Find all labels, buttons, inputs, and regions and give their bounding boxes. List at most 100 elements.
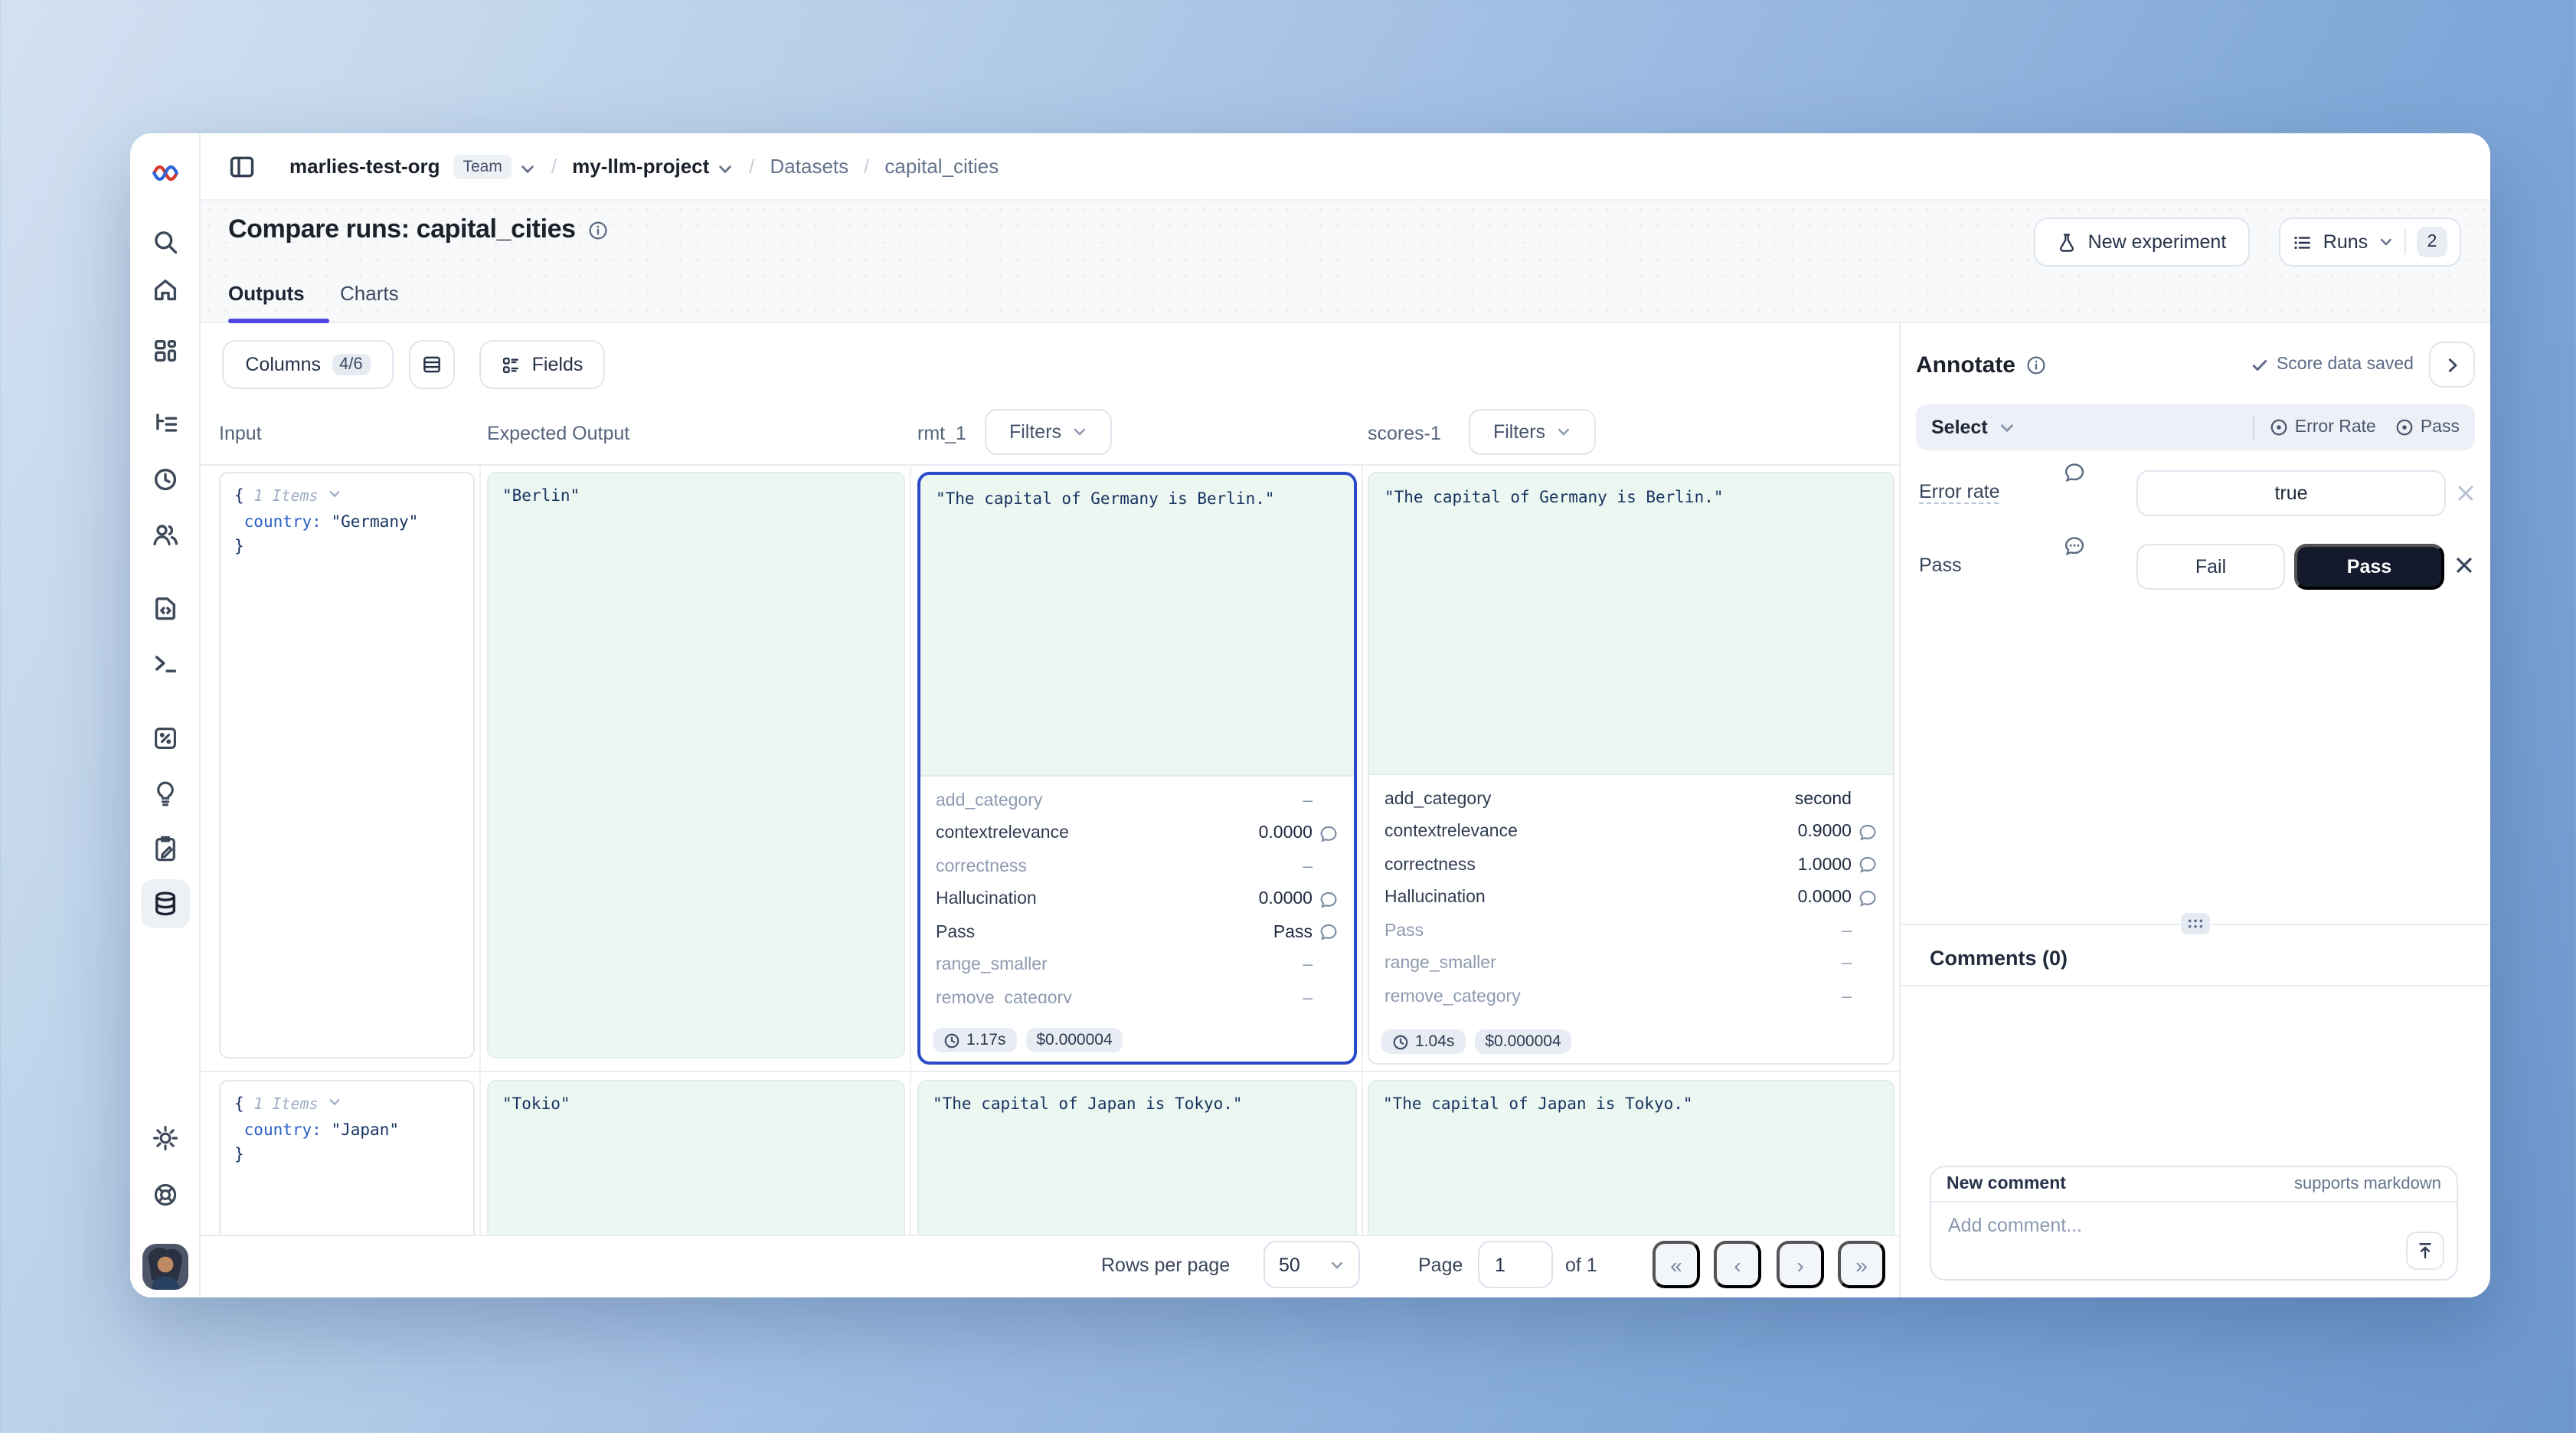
clock-icon [1392, 1033, 1409, 1050]
tab-charts[interactable]: Charts [340, 282, 399, 305]
score-comment-bubble-icon[interactable] [1858, 856, 1878, 875]
score-value: – [1842, 988, 1852, 1006]
annotate-info-icon[interactable] [2026, 355, 2046, 375]
submit-comment-button[interactable] [2406, 1232, 2444, 1270]
last-page-button[interactable]: » [1838, 1241, 1885, 1288]
comment-textarea[interactable] [1937, 1209, 2381, 1273]
search-icon[interactable] [151, 228, 178, 256]
sidebar-toggle-icon[interactable] [228, 152, 256, 180]
comments-divider [1901, 985, 2490, 986]
flask-icon [2058, 232, 2077, 252]
fields-label: Fields [532, 354, 584, 375]
spec-chip-pass[interactable]: Pass [2396, 418, 2460, 437]
settings-gear-icon[interactable] [151, 1124, 178, 1152]
score-comment-bubble-icon[interactable] [1319, 890, 1339, 910]
users-icon[interactable] [151, 521, 178, 548]
json-brace: { [234, 487, 244, 505]
pass-option-pass-button[interactable]: Pass [2294, 544, 2444, 590]
breadcrumb-project[interactable]: my-llm-project [572, 155, 709, 178]
clear-pass-icon[interactable] [2453, 555, 2475, 576]
run2-filters-button[interactable]: Filters [1469, 409, 1596, 455]
title-info-icon[interactable] [588, 220, 608, 240]
spec-chip-error-rate[interactable]: Error Rate [2270, 418, 2376, 437]
score-comment-bubble-icon[interactable] [1319, 923, 1339, 943]
run2-output-cell-row1[interactable]: "The capital of Germany is Berlin." add_… [1368, 472, 1894, 1065]
evals-percent-icon[interactable] [151, 725, 178, 752]
pass-option-fail-button[interactable]: Fail [2136, 544, 2285, 590]
json-key: country: [244, 513, 322, 532]
input-cell-row1[interactable]: { 1 Items country: "Germany" } [219, 472, 475, 1058]
columns-button[interactable]: Columns 4/6 [222, 340, 394, 389]
clear-error-rate-icon[interactable] [2455, 483, 2476, 504]
score-name: Pass [936, 924, 1267, 942]
pass-comment-bubble-icon[interactable] [2063, 535, 2086, 558]
panel-resize-handle[interactable] [2181, 913, 2210, 934]
org-chevron-down-icon[interactable] [519, 158, 536, 175]
run1-output-text: "The capital of Germany is Berlin." [920, 475, 1354, 777]
run1-filters-button[interactable]: Filters [985, 409, 1112, 455]
json-items-count[interactable]: 1 Items [253, 1097, 318, 1114]
prev-page-button[interactable]: ‹ [1714, 1241, 1761, 1288]
file-code-icon[interactable] [151, 594, 178, 622]
expected-output-cell-row2[interactable]: "Tokio" [487, 1080, 905, 1235]
score-row: range_smaller – [1384, 947, 1878, 980]
score-comment-bubble-icon[interactable] [1858, 823, 1878, 842]
project-chevron-down-icon[interactable] [717, 158, 734, 175]
score-row: correctness 1.0000 [1384, 849, 1878, 882]
runs-selector-button[interactable]: Runs 2 [2279, 218, 2461, 267]
page-number-field[interactable] [1479, 1254, 1551, 1275]
run1-output-cell-row1[interactable]: "The capital of Germany is Berlin." add_… [917, 472, 1357, 1065]
next-page-button[interactable]: › [1777, 1241, 1824, 1288]
annotate-panel-divider[interactable] [1899, 323, 1901, 1297]
json-brace: } [234, 538, 244, 556]
row-height-button[interactable] [409, 340, 455, 389]
score-value: 0.9000 [1798, 823, 1852, 842]
annotations-clipboard-icon[interactable] [151, 835, 178, 862]
prompts-lightbulb-icon[interactable] [151, 780, 178, 807]
json-collapse-chevron-icon[interactable] [328, 484, 342, 498]
collapse-panel-button[interactable] [2429, 342, 2475, 388]
filters-chevron-down-icon [1072, 424, 1087, 440]
comments-title: Comments (0) [1930, 947, 2068, 970]
home-icon[interactable] [151, 276, 178, 303]
traces-tree-icon[interactable] [151, 411, 178, 438]
datasets-database-icon[interactable] [151, 890, 178, 918]
run1-output-cell-row2[interactable]: "The capital of Japan is Tokyo." [917, 1080, 1357, 1235]
markdown-hint: supports markdown [2294, 1175, 2441, 1193]
pagination-bar: Rows per page 50 Page of 1 « ‹ › » [201, 1235, 1899, 1297]
breadcrumb: marlies-test-org Team / my-llm-project /… [201, 133, 2490, 201]
json-collapse-chevron-icon[interactable] [328, 1092, 342, 1106]
history-clock-icon[interactable] [151, 466, 178, 493]
error-rate-comment-bubble-icon[interactable] [2063, 461, 2086, 484]
breadcrumb-org[interactable]: marlies-test-org [289, 155, 440, 178]
user-avatar[interactable] [142, 1244, 188, 1290]
score-value: Pass [1273, 924, 1313, 942]
annotate-title: Annotate [1916, 352, 2015, 378]
score-row: contextrelevance 0.9000 [1384, 816, 1878, 849]
first-page-button[interactable]: « [1652, 1241, 1700, 1288]
breadcrumb-datasets-link[interactable]: Datasets [770, 155, 849, 178]
app-logo[interactable] [151, 159, 178, 187]
error-rate-field-label: Error rate [1919, 481, 2000, 502]
score-value: – [1303, 990, 1313, 1004]
expected-output-cell-row1[interactable]: "Berlin" [487, 472, 905, 1058]
tab-outputs[interactable]: Outputs [228, 282, 305, 305]
input-cell-row2[interactable]: { 1 Items country: "Japan" } [219, 1080, 475, 1235]
help-lifebuoy-icon[interactable] [151, 1181, 178, 1209]
terminal-icon[interactable] [151, 649, 178, 677]
rows-per-page-select[interactable]: 50 [1263, 1241, 1360, 1288]
score-row: remove_category – [1384, 980, 1878, 1013]
score-comment-bubble-icon[interactable] [1319, 824, 1339, 844]
score-comment-bubble-icon[interactable] [1858, 888, 1878, 908]
page-number-input[interactable] [1478, 1241, 1553, 1288]
fields-button[interactable]: Fields [479, 340, 605, 389]
json-items-count[interactable]: 1 Items [253, 489, 318, 505]
spec-select-dropdown[interactable]: Select [1931, 417, 1988, 438]
run2-output-cell-row2[interactable]: "The capital of Japan is Tokyo." [1368, 1080, 1894, 1235]
score-name: add_category [936, 792, 1296, 810]
double-chevron-right-icon: » [1855, 1252, 1868, 1277]
error-rate-value-input[interactable] [2136, 470, 2446, 516]
new-experiment-button[interactable]: New experiment [2034, 218, 2250, 267]
select-chevron-down-icon[interactable] [1999, 419, 2015, 436]
boards-icon[interactable] [151, 337, 178, 365]
